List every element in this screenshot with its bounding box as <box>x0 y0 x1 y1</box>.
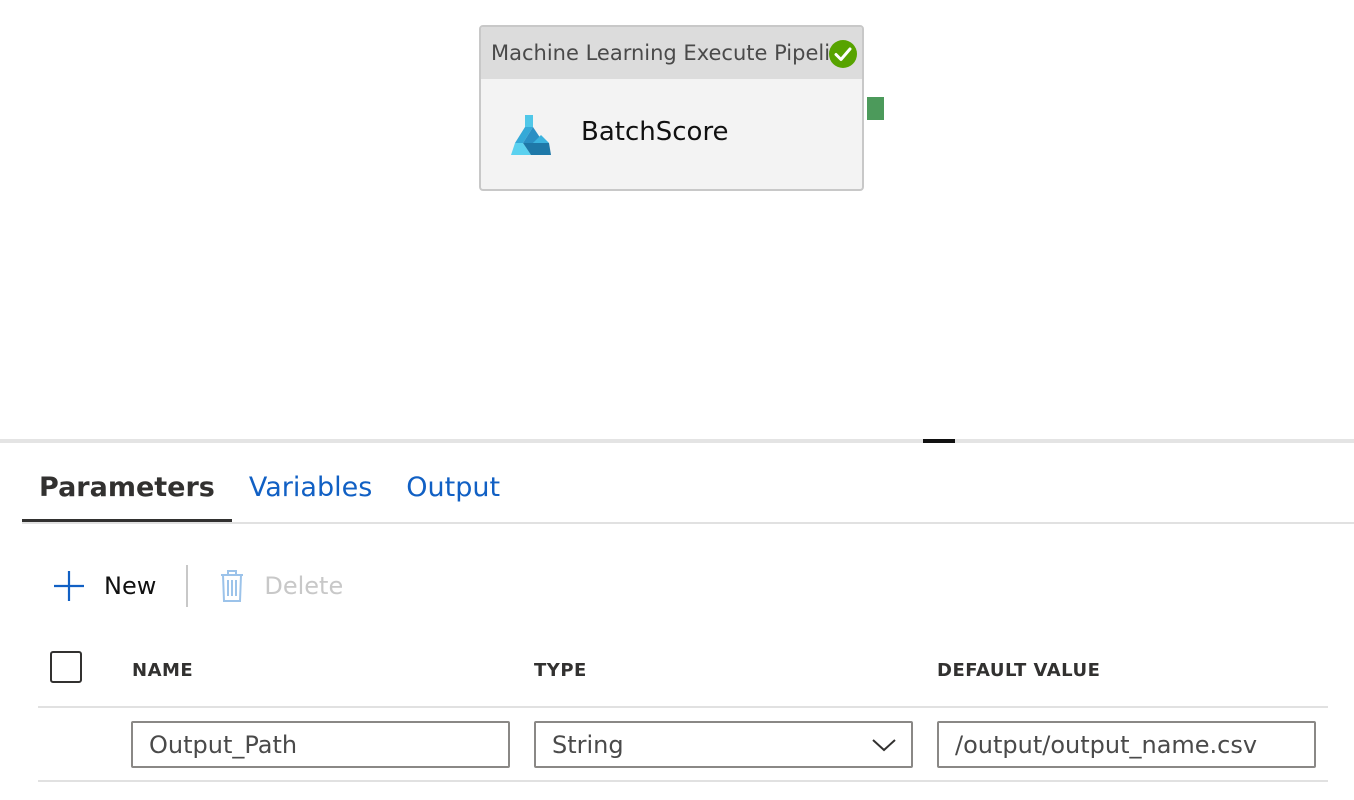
plus-icon <box>54 571 84 601</box>
tab-parameters[interactable]: Parameters <box>22 460 232 522</box>
parameter-default-value-input[interactable] <box>937 721 1316 768</box>
parameters-toolbar: New Delete <box>52 563 343 609</box>
pipeline-canvas[interactable]: Machine Learning Execute Pipeline BatchS… <box>0 0 1354 440</box>
activity-type-label: Machine Learning Execute Pipeline <box>491 41 857 65</box>
tabs-divider <box>22 522 1354 524</box>
panel-tabs: Parameters Variables Output <box>22 460 517 522</box>
trash-icon <box>221 570 244 602</box>
delete-button-label: Delete <box>264 572 344 600</box>
tab-output[interactable]: Output <box>389 460 517 522</box>
new-button-label: New <box>104 572 157 600</box>
column-header-type: TYPE <box>534 660 587 681</box>
parameters-table-header: NAME TYPE DEFAULT VALUE <box>38 648 1328 706</box>
parameter-type-value: String <box>552 730 624 759</box>
success-check-icon <box>829 40 857 68</box>
splitter-handle[interactable] <box>923 439 955 443</box>
ml-flask-icon <box>511 115 551 155</box>
delete-parameter-button[interactable]: Delete <box>218 569 343 603</box>
chevron-down-icon <box>872 739 896 752</box>
activity-name: BatchScore <box>581 117 729 147</box>
table-row-divider <box>38 780 1328 782</box>
panel-splitter[interactable] <box>0 439 1354 443</box>
activity-header: Machine Learning Execute Pipeline <box>481 27 862 79</box>
toolbar-separator <box>186 565 189 607</box>
activity-output-port[interactable] <box>867 97 884 120</box>
table-header-divider <box>38 706 1328 708</box>
column-header-default-value: DEFAULT VALUE <box>937 660 1101 681</box>
parameter-name-input[interactable] <box>131 721 510 768</box>
select-all-checkbox[interactable] <box>50 651 82 683</box>
column-header-name: NAME <box>132 660 194 681</box>
activity-node[interactable]: Machine Learning Execute Pipeline BatchS… <box>479 25 864 191</box>
activity-body: BatchScore <box>481 79 862 189</box>
new-parameter-button[interactable]: New <box>52 569 156 603</box>
parameter-type-select[interactable]: String <box>534 721 913 768</box>
tab-variables[interactable]: Variables <box>232 460 389 522</box>
